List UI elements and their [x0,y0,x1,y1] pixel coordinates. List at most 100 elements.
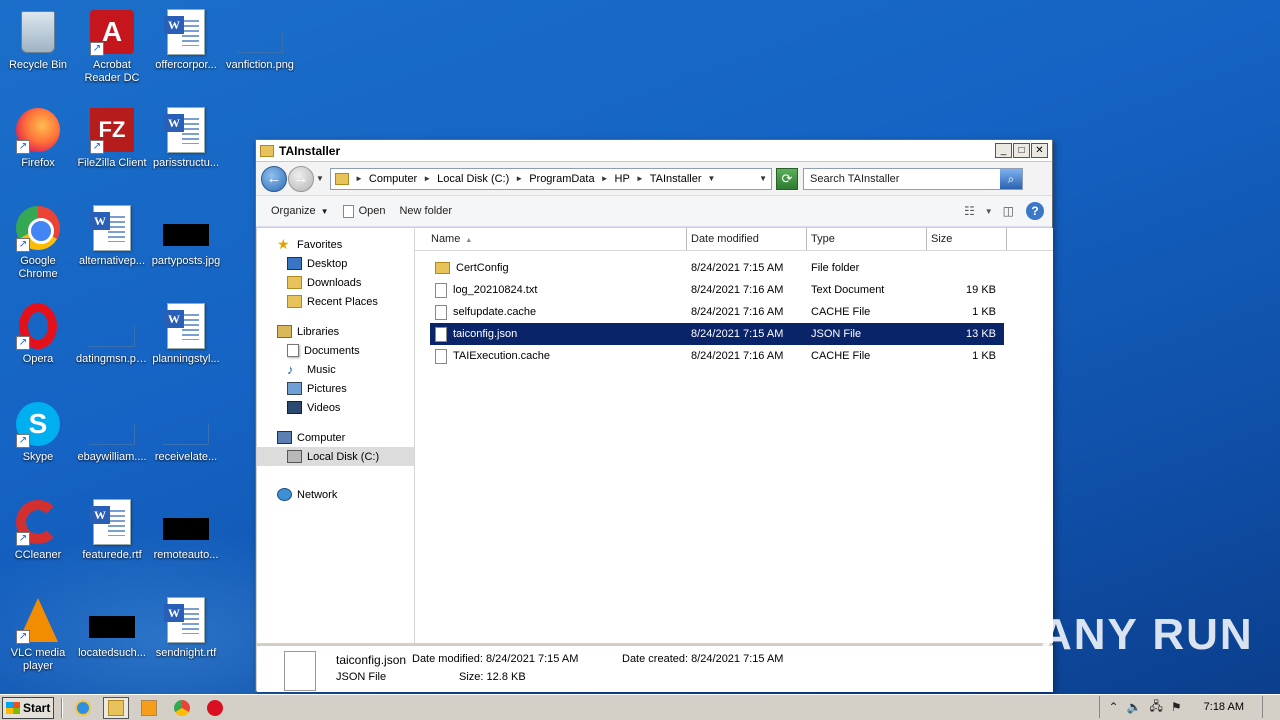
desktop-icon-filezilla[interactable]: FZ ↗ FileZilla Client [74,106,150,170]
back-button[interactable]: ← [261,165,287,192]
desktop-icon-chrome[interactable]: ↗ Google Chrome [0,204,76,281]
show-desktop-button[interactable] [1262,696,1272,718]
desktop-icon-featurede[interactable]: W featurede.rtf [74,498,150,562]
view-options-icon[interactable]: ☷ [964,204,975,218]
action-center-flag-icon[interactable]: ⚑ [1171,700,1182,714]
column-header-date[interactable]: Date modified [687,228,807,250]
nav-desktop[interactable]: Desktop [257,254,414,273]
desktop-icon-vlc[interactable]: ↗ VLC media player [0,596,76,673]
chevron-down-icon[interactable]: ▼ [985,207,993,216]
desktop-icon-planningstyl[interactable]: W planningstyl... [148,302,224,366]
clock[interactable]: 7:18 AM [1204,701,1244,713]
network-status-icon[interactable]: 🖧 [1149,697,1162,718]
nav-music[interactable]: ♪ Music [257,360,414,379]
desktop-icon-label: receivelate... [154,451,218,463]
taskbar-media-player[interactable] [136,697,162,719]
desktop-icon-sendnight[interactable]: W sendnight.rtf [148,596,224,660]
nav-videos[interactable]: Videos [257,398,414,417]
address-bar[interactable]: ► Computer ► Local Disk (C:) ► ProgramDa… [330,167,772,190]
address-dropdown-icon[interactable]: ▼ [759,174,767,183]
refresh-button[interactable]: ⟳ [776,167,798,190]
desktop-icon-firefox[interactable]: ↗ Firefox [0,106,76,170]
taskbar-chrome[interactable] [169,697,195,719]
search-placeholder: Search TAInstaller [810,172,900,185]
desktop-icon-skype[interactable]: S ↗ Skype [0,400,76,464]
new-folder-button[interactable]: New folder [392,202,459,220]
chevron-right-icon[interactable]: ► [423,174,431,183]
details-date-modified-value: 8/24/2021 7:15 AM [486,653,579,665]
file-size: 19 KB [966,284,996,296]
file-row[interactable]: TAIExecution.cache 8/24/2021 7:16 AM CAC… [430,345,1004,367]
nav-favorites[interactable]: ★ Favorites [257,235,414,254]
desktop-icon-locatedsuch[interactable]: locatedsuch... [74,596,150,660]
chevron-down-icon[interactable]: ▼ [708,174,716,183]
desktop-icon-offercorpor[interactable]: W offercorpor... [148,8,224,72]
title-bar[interactable]: TAInstaller _ □ ✕ [256,140,1052,162]
taskbar-internet-explorer[interactable] [70,697,96,719]
breadcrumb-hp[interactable]: HP [615,173,630,185]
preview-pane-icon[interactable]: ◫ [1003,204,1014,218]
file-row[interactable]: CertConfig 8/24/2021 7:15 AM File folder [430,257,1004,279]
desktop-icon-ccleaner[interactable]: ↗ CCleaner [0,498,76,562]
file-size: 13 KB [966,328,996,340]
recent-pages-dropdown[interactable]: ▼ [314,174,326,183]
desktop-icon-label: ebaywilliam.... [77,451,147,463]
nav-computer[interactable]: Computer [257,428,414,447]
breadcrumb-tainstaller[interactable]: TAInstaller [650,173,702,185]
music-icon: ♪ [287,362,294,377]
volume-icon[interactable]: 🔈 [1127,700,1142,714]
taskbar-opera[interactable] [202,697,228,719]
search-icon[interactable]: ⌕ [1000,168,1022,189]
nav-downloads[interactable]: Downloads [257,273,414,292]
organize-button[interactable]: Organize ▼ [264,202,336,220]
column-header-size[interactable]: Size [927,228,1007,250]
file-row-selected[interactable]: taiconfig.json 8/24/2021 7:15 AM JSON Fi… [430,323,1004,345]
file-row[interactable]: log_20210824.txt 8/24/2021 7:16 AM Text … [430,279,1004,301]
desktop-icon-label: sendnight.rtf [155,647,217,659]
start-label: Start [23,700,51,715]
desktop-icon-remoteauto[interactable]: remoteauto... [148,498,224,562]
vlc-icon: ↗ [14,596,62,644]
chevron-down-icon: ▼ [320,206,329,216]
search-input[interactable]: Search TAInstaller ⌕ [803,167,1023,190]
nav-libraries[interactable]: Libraries [257,322,414,341]
chevron-up-icon[interactable]: ⌃ [1108,700,1118,714]
file-row[interactable]: selfupdate.cache 8/24/2021 7:16 AM CACHE… [430,301,1004,323]
taskbar: Start ⌃ 🔈 🖧 ⚑ 7:18 AM [0,694,1280,720]
open-button[interactable]: Open [336,202,393,221]
close-button[interactable]: ✕ [1031,143,1048,158]
start-button[interactable]: Start [2,696,54,719]
nav-network[interactable]: Network [257,485,414,504]
breadcrumb-computer[interactable]: Computer [369,173,417,185]
minimize-button[interactable]: _ [995,143,1012,158]
column-header-type[interactable]: Type [807,228,927,250]
desktop-icon-parisstructu[interactable]: W parisstructu... [148,106,224,170]
desktop-icon-alternativep[interactable]: W alternativep... [74,204,150,268]
desktop-icon-recycle-bin[interactable]: Recycle Bin [0,8,76,72]
nav-pictures[interactable]: Pictures [257,379,414,398]
breadcrumb-local-disk[interactable]: Local Disk (C:) [437,173,509,185]
desktop-icon-acrobat[interactable]: A ↗ Acrobat Reader DC [74,8,150,85]
nav-recent-places[interactable]: Recent Places [257,292,414,311]
chevron-right-icon[interactable]: ► [355,174,363,183]
maximize-button[interactable]: □ [1013,143,1030,158]
column-header-name[interactable]: Name ▲ [415,228,687,250]
desktop-icon-opera[interactable]: ↗ Opera [0,302,76,366]
nav-local-disk[interactable]: Local Disk (C:) [257,447,414,466]
desktop-icon-partyposts[interactable]: partyposts.jpg [148,204,224,268]
chevron-right-icon[interactable]: ► [636,174,644,183]
desktop-icon-ebaywilliam[interactable]: ebaywilliam.... [74,400,150,464]
desktop-icon-vanfiction[interactable]: vanfiction.png [222,8,298,72]
forward-button[interactable]: → [288,165,314,192]
nav-documents[interactable]: Documents [257,341,414,360]
help-icon[interactable]: ? [1026,202,1044,220]
chevron-right-icon[interactable]: ► [515,174,523,183]
desktop-icon-receivelate[interactable]: receivelate... [148,400,224,464]
nav-label: Music [307,363,336,376]
breadcrumb-programdata[interactable]: ProgramData [529,173,594,185]
taskbar-explorer[interactable] [103,696,129,719]
chevron-right-icon[interactable]: ► [601,174,609,183]
desktop-icon-datingmsn[interactable]: datingmsn.png [74,302,150,366]
image-file-icon [88,400,136,448]
explorer-window[interactable]: TAInstaller _ □ ✕ ← → ▼ ► Computer ► Loc… [255,139,1053,692]
